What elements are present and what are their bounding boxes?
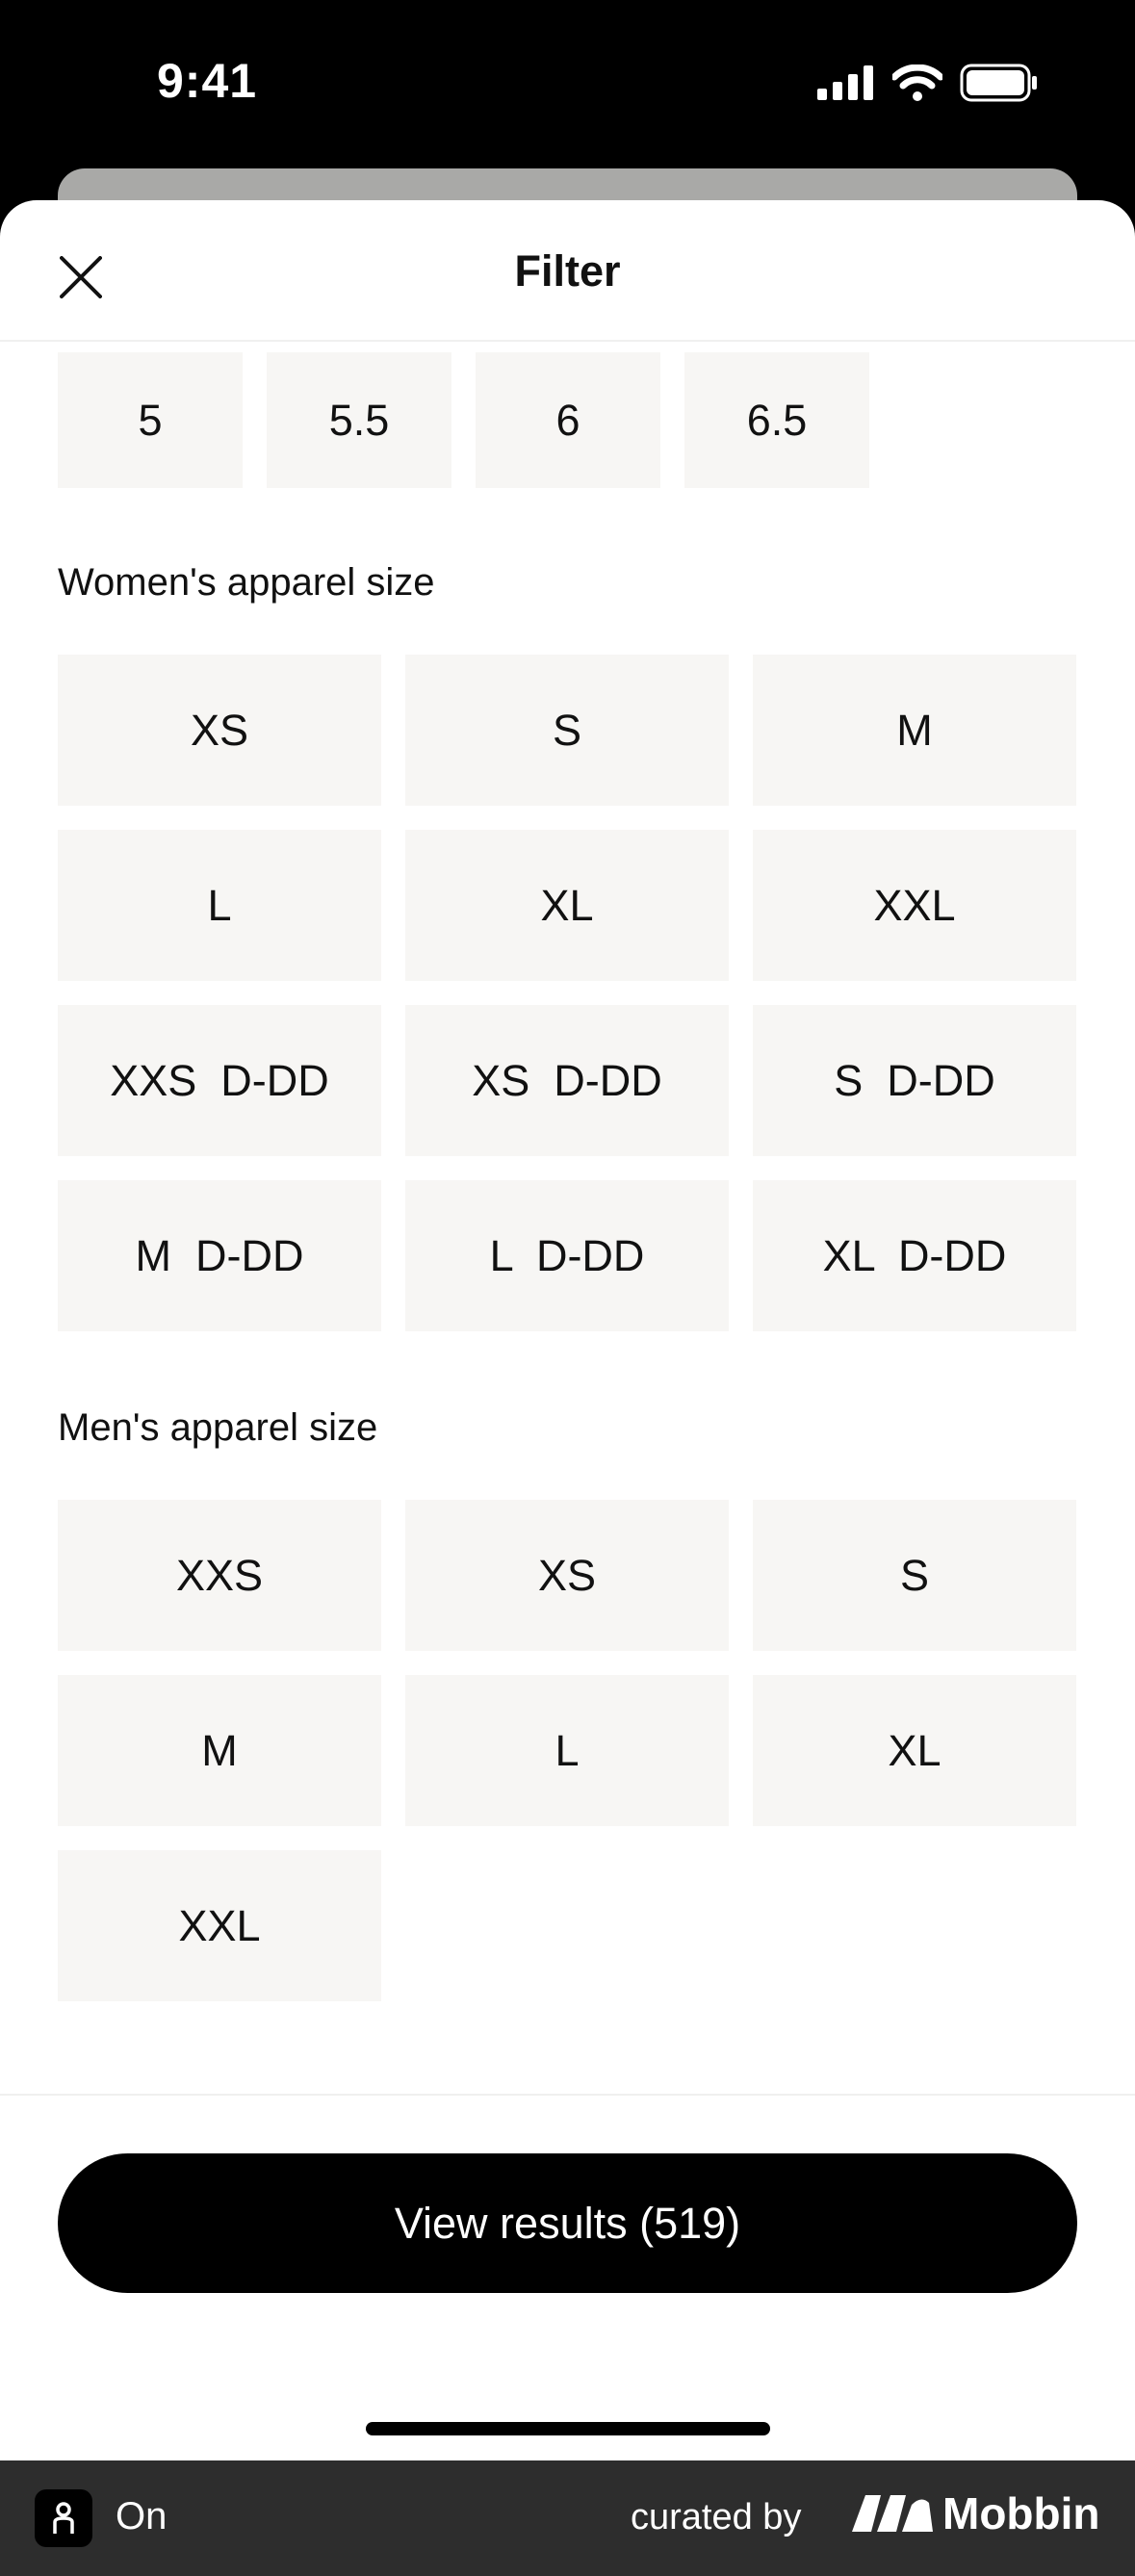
womens-size-chip[interactable]: XXL [753, 830, 1076, 981]
womens-size-chip[interactable]: S [405, 655, 729, 806]
app-logo-icon [35, 2489, 92, 2547]
footer-divider [0, 2094, 1135, 2096]
shoe-size-chip[interactable]: 6 [476, 352, 660, 488]
womens-apparel-label: Women's apparel size [58, 561, 435, 604]
shoe-size-chip[interactable]: 6.5 [684, 352, 869, 488]
status-bar: 9:41 [0, 0, 1135, 168]
mens-size-chip[interactable]: XXL [58, 1850, 381, 2001]
status-time: 9:41 [157, 54, 258, 108]
womens-size-chip[interactable]: S D-DD [753, 1005, 1076, 1156]
curated-by-label: curated by [631, 2497, 802, 2537]
wifi-icon [892, 64, 942, 101]
sheet-header: Filter [0, 200, 1135, 342]
womens-size-chip[interactable]: L [58, 830, 381, 981]
home-indicator [366, 2422, 770, 2435]
mobbin-brand: Mobbin [852, 2487, 1100, 2539]
mens-size-chip[interactable]: L [405, 1675, 729, 1826]
mens-size-chip[interactable]: M [58, 1675, 381, 1826]
shoe-size-chip[interactable]: 5 [58, 352, 243, 488]
page-title: Filter [514, 246, 621, 296]
shoe-size-chip[interactable]: 5.5 [267, 352, 451, 488]
battery-icon [960, 64, 1037, 102]
womens-size-chip[interactable]: XS D-DD [405, 1005, 729, 1156]
mens-size-chip[interactable]: XXS [58, 1500, 381, 1651]
mens-apparel-label: Men's apparel size [58, 1406, 378, 1449]
filter-sheet: Filter 5 5.5 6 6.5 Women's apparel size … [0, 200, 1135, 2460]
womens-size-chip[interactable]: XL D-DD [753, 1180, 1076, 1331]
womens-size-chip[interactable]: L D-DD [405, 1180, 729, 1331]
brand-name: Mobbin [942, 2488, 1100, 2538]
app-name: On [116, 2495, 168, 2537]
view-results-button[interactable]: View results (519) [58, 2153, 1077, 2293]
womens-size-chip[interactable]: M [753, 655, 1076, 806]
womens-size-chip[interactable]: XXS D-DD [58, 1005, 381, 1156]
mens-size-chip[interactable]: S [753, 1500, 1076, 1651]
on-logo-icon [53, 2502, 74, 2534]
status-icons [817, 64, 1039, 102]
mens-size-chip[interactable]: XS [405, 1500, 729, 1651]
mens-size-chip[interactable]: XL [753, 1675, 1076, 1826]
womens-size-chip[interactable]: XS [58, 655, 381, 806]
womens-size-chip[interactable]: M D-DD [58, 1180, 381, 1331]
cellular-signal-icon [817, 65, 873, 100]
mobbin-logo-icon [852, 2495, 933, 2532]
attribution-bar: On curated by Mobbin [0, 2460, 1135, 2576]
womens-size-chip[interactable]: XL [405, 830, 729, 981]
